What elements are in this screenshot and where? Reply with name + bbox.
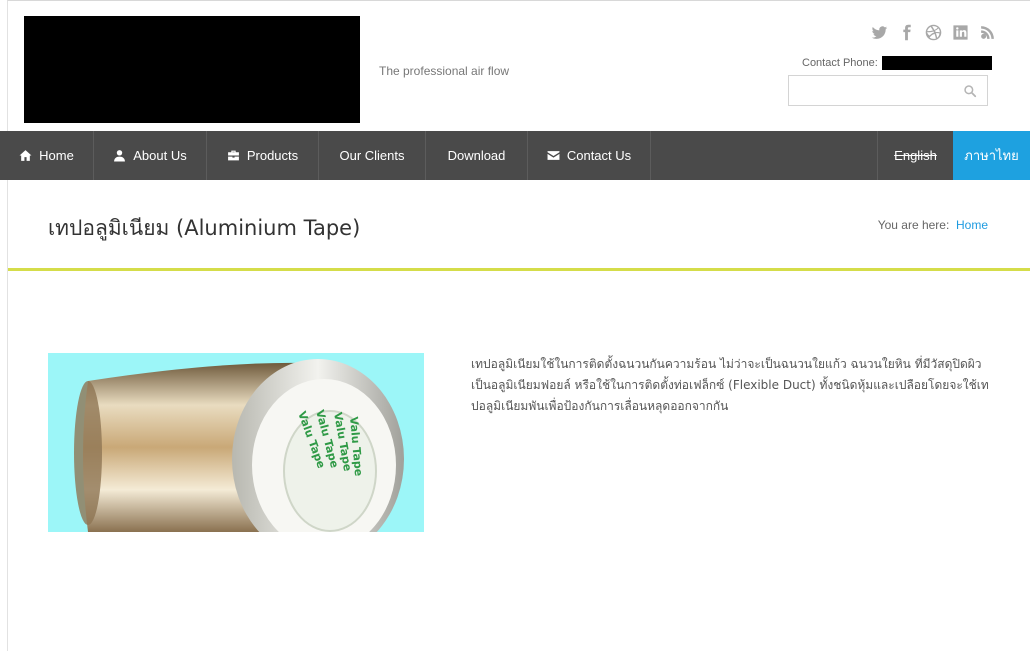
briefcase-icon	[227, 150, 239, 161]
contact-phone: Contact Phone:	[802, 56, 992, 70]
linkedin-icon[interactable]	[951, 23, 969, 41]
nav-download-label: Download	[447, 148, 506, 163]
nav-about-us-label: About Us	[133, 148, 187, 163]
language-english[interactable]: English	[877, 131, 953, 180]
nav-home-label: Home	[39, 148, 74, 163]
user-icon	[114, 150, 126, 162]
nav-products[interactable]: Products	[207, 131, 319, 180]
title-divider	[8, 268, 1030, 271]
nav-download[interactable]: Download	[426, 131, 528, 180]
breadcrumb: You are here: Home	[878, 218, 988, 232]
phone-number	[881, 56, 992, 70]
rss-icon[interactable]	[978, 23, 996, 41]
nav-products-label: Products	[246, 148, 299, 163]
twitter-icon[interactable]	[870, 23, 888, 41]
nav-about-us[interactable]: About Us	[94, 131, 207, 180]
product-image: Valu Tape Valu Tape Valu Tape Valu Tape	[48, 353, 424, 532]
social-links	[870, 23, 996, 41]
nav-our-clients[interactable]: Our Clients	[319, 131, 426, 180]
site-logo[interactable]	[24, 16, 360, 123]
contact-phone-label: Contact Phone:	[802, 57, 878, 69]
home-icon	[19, 150, 32, 161]
language-thai[interactable]: ภาษาไทย	[953, 131, 1030, 180]
search-input[interactable]	[789, 76, 954, 105]
envelope-icon	[547, 151, 560, 160]
search-box	[788, 75, 988, 106]
nav-contact-us-label: Contact Us	[566, 148, 632, 163]
breadcrumb-home-link[interactable]: Home	[956, 218, 988, 232]
breadcrumb-prefix: You are here:	[877, 218, 950, 232]
search-icon[interactable]	[963, 84, 977, 98]
nav-home[interactable]: Home	[0, 131, 94, 180]
facebook-icon[interactable]	[897, 23, 915, 41]
site-tagline: The professional air flow	[379, 64, 510, 78]
nav-our-clients-label: Our Clients	[339, 148, 405, 163]
page-title: เทปอลูมิเนียม (Aluminium Tape)	[48, 216, 361, 240]
nav-contact-us[interactable]: Contact Us	[528, 131, 651, 180]
dribbble-icon[interactable]	[924, 23, 942, 41]
main-navigation: Home About Us Products Our Clients Downl…	[0, 131, 1030, 180]
product-description: เทปอลูมิเนียมใช้ในการติดตั้งฉนวนกันความร…	[471, 357, 989, 413]
